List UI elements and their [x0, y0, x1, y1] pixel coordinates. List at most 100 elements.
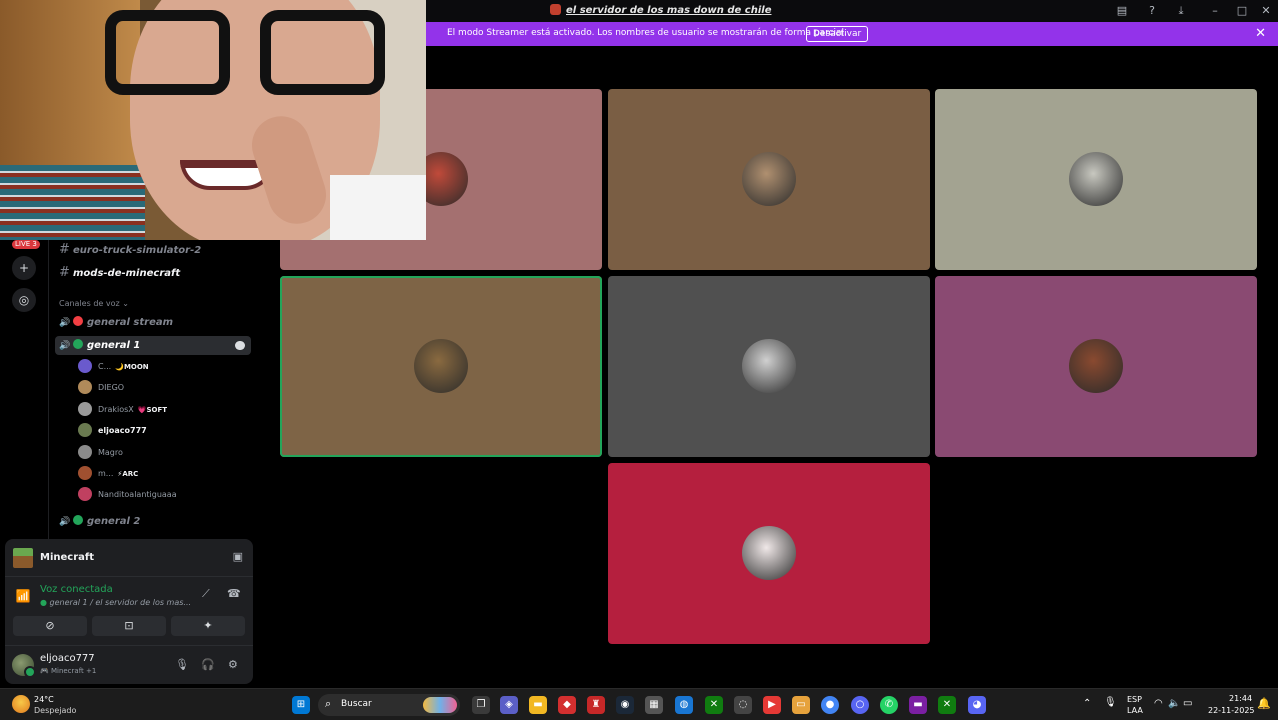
app-icon[interactable]: ◌: [734, 696, 752, 714]
app-icon[interactable]: ♜: [587, 696, 605, 714]
app-icon[interactable]: ◍: [675, 696, 693, 714]
activities-button[interactable]: ✦: [171, 616, 245, 636]
noise-suppression-icon[interactable]: ⟋: [202, 587, 210, 601]
participant-avatar: [742, 339, 796, 393]
user-avatar[interactable]: [12, 654, 36, 678]
participant-tile[interactable]: [608, 89, 930, 270]
voice-category[interactable]: Canales de voz ⌄: [59, 299, 129, 308]
start-icon[interactable]: ⊞: [292, 696, 310, 714]
voice-member[interactable]: Magro: [78, 445, 123, 463]
participant-avatar: [414, 339, 468, 393]
app-icon[interactable]: ▭: [792, 696, 810, 714]
steam-icon[interactable]: ◉: [616, 696, 634, 714]
channel-name: euro-truck-simulator-2: [73, 245, 202, 256]
wifi-icon[interactable]: ◠: [1154, 698, 1163, 709]
whatsapp-icon[interactable]: ✆: [880, 696, 898, 714]
voice-location[interactable]: ● general 1 / el servidor de los mas...: [40, 598, 195, 607]
voice-channel[interactable]: 🔊 general 2: [55, 512, 251, 531]
youtube-icon[interactable]: ▶: [763, 696, 781, 714]
tray-mic-icon[interactable]: 🎙: [1104, 697, 1117, 708]
language-indicator[interactable]: ESP: [1127, 695, 1142, 704]
participant-tile[interactable]: [608, 463, 930, 644]
participant-avatar: [742, 526, 796, 580]
signal-icon[interactable]: 📶: [13, 586, 33, 606]
store-icon[interactable]: ▦: [645, 696, 663, 714]
speaker-icon: 🔊: [59, 318, 71, 328]
file-explorer-icon[interactable]: ▬: [529, 696, 547, 714]
participant-tile-speaking[interactable]: [280, 276, 602, 457]
user-status: 🎮 Minecraft +1: [40, 667, 97, 675]
participant-avatar: [742, 152, 796, 206]
app-icon[interactable]: ○: [851, 696, 869, 714]
hash-icon: #: [59, 265, 70, 280]
download-icon[interactable]: ⤓: [1173, 3, 1189, 19]
activity-name: Minecraft: [40, 552, 95, 563]
voice-member[interactable]: C... 🌙MOON: [78, 359, 149, 377]
voice-channel[interactable]: 🔊 general stream: [55, 313, 251, 332]
minimize-icon[interactable]: –: [1207, 3, 1223, 19]
banner-close-icon[interactable]: ✕: [1255, 26, 1266, 41]
voice-member[interactable]: m... ⚡ARC: [78, 466, 138, 484]
maximize-icon[interactable]: □: [1234, 3, 1250, 19]
status-dot: [73, 515, 83, 525]
close-icon[interactable]: ✕: [1258, 3, 1274, 19]
headphones-icon[interactable]: 🎧: [201, 658, 215, 671]
voice-member[interactable]: eljoaco777: [78, 423, 147, 441]
clock-time[interactable]: 21:44: [1229, 694, 1252, 703]
search-icon: ⌕: [325, 697, 332, 710]
clock-date[interactable]: 22-11-2025: [1208, 706, 1255, 715]
battery-icon[interactable]: ▭: [1183, 698, 1192, 709]
add-server-icon[interactable]: +: [12, 256, 36, 280]
avatar: [78, 402, 92, 416]
inbox-icon[interactable]: ▤: [1114, 3, 1130, 19]
chrome-icon[interactable]: ●: [821, 696, 839, 714]
text-channel[interactable]: # euro-truck-simulator-2: [59, 241, 201, 259]
channel-list: # euro-truck-simulator-2 # mods-de-minecra…: [48, 240, 258, 540]
user-panel: Minecraft ▣ 📶 Voz conectada ● general 1 …: [5, 539, 253, 684]
participant-avatar: [1069, 152, 1123, 206]
banner-message: El modo Streamer está activado. Los nomb…: [447, 28, 847, 38]
avatar: [78, 359, 92, 373]
share-screen-button[interactable]: ⊡: [92, 616, 166, 636]
settings-gear-icon[interactable]: ⚙: [228, 658, 238, 671]
weather-icon: [12, 695, 30, 713]
server-icon: [550, 4, 561, 15]
camera-off-button[interactable]: ⊘: [13, 616, 87, 636]
discord-icon[interactable]: ◕: [968, 696, 986, 714]
microphone-icon[interactable]: 🎙: [175, 658, 189, 671]
voice-member[interactable]: DIEGO: [78, 380, 124, 398]
activity-bar: Minecraft ▣: [5, 539, 253, 577]
avatar: [78, 487, 92, 501]
task-view-icon[interactable]: ❐: [472, 696, 490, 714]
help-icon[interactable]: ?: [1144, 3, 1160, 19]
voice-channel-active[interactable]: 🔊 general 1: [55, 336, 251, 355]
app-icon[interactable]: ◆: [558, 696, 576, 714]
notification-icon[interactable]: 🔔: [1257, 697, 1271, 710]
participant-tile[interactable]: [935, 276, 1257, 457]
voice-member[interactable]: Nanditoalantiguaaa: [78, 487, 177, 505]
minecraft-icon: [13, 548, 33, 568]
status-dot: [73, 316, 83, 326]
deactivate-button[interactable]: Desactivar: [806, 26, 869, 42]
status-dot: [73, 339, 83, 349]
participant-avatar: [1069, 339, 1123, 393]
voice-member[interactable]: DrakiosX 💗SOFT: [78, 402, 167, 420]
copilot-icon[interactable]: ◈: [500, 696, 518, 714]
chat-bubble-icon[interactable]: [235, 341, 245, 350]
participant-tile[interactable]: [935, 89, 1257, 270]
volume-icon[interactable]: 🔈: [1168, 698, 1180, 709]
webcam-overlay: [0, 0, 426, 240]
tray-chevron-icon[interactable]: ⌃: [1083, 698, 1091, 709]
participant-tile[interactable]: [608, 276, 930, 457]
avatar: [78, 423, 92, 437]
screen-share-icon[interactable]: ▣: [233, 550, 243, 563]
taskbar-search[interactable]: ⌕ Buscar: [318, 694, 460, 716]
app-icon[interactable]: ▬: [909, 696, 927, 714]
discover-icon[interactable]: ◎: [12, 288, 36, 312]
xbox-app-icon[interactable]: ✕: [938, 696, 956, 714]
xbox-icon[interactable]: ✕: [705, 696, 723, 714]
text-channel[interactable]: # mods-de-minecraft: [59, 264, 180, 282]
streamer-mode-banner: El modo Streamer está activado. Los nomb…: [426, 22, 1278, 46]
disconnect-icon[interactable]: ☎: [227, 587, 241, 600]
username[interactable]: eljoaco777: [40, 653, 95, 664]
